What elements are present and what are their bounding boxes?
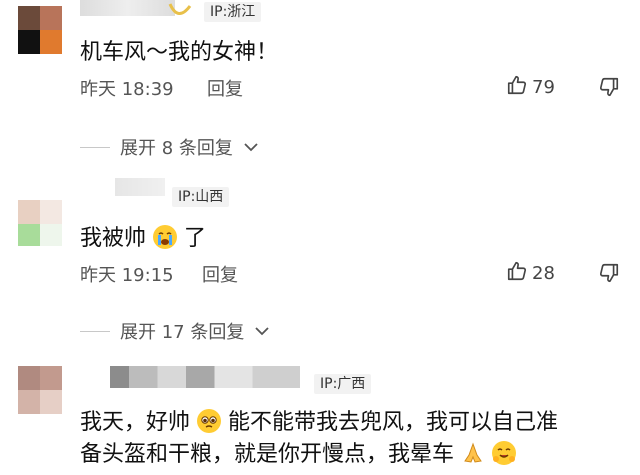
dislike-button[interactable] (598, 76, 620, 102)
comment-text: 备头盔和干粮，就是你开慢点，我晕车 (80, 436, 517, 468)
comment-text-part: 能不能带我去兜风，我可以自己准 (228, 410, 559, 435)
comment-time: 昨天 18:39 (80, 79, 174, 100)
avatar[interactable] (18, 366, 62, 414)
like-count: 79 (532, 77, 555, 98)
comment-text: 我天，好帅 能不能带我去兜风，我可以自己准 (80, 404, 558, 436)
like-button[interactable]: 28 (506, 260, 555, 287)
username-blurred[interactable] (80, 0, 175, 16)
comment-text-part: 我被帅 (80, 226, 147, 251)
like-count: 28 (532, 263, 555, 284)
pleading-face-icon (197, 409, 222, 433)
comment-time: 昨天 19:15 (80, 265, 174, 286)
ip-location-tag: IP:浙江 (204, 2, 262, 22)
thumbs-up-icon (506, 74, 528, 101)
expand-replies[interactable]: 展开 17 条回复 (80, 318, 270, 344)
comment-text-part: 了 (184, 226, 207, 251)
comment-text-part: 我天，好帅 (80, 410, 191, 435)
praying-hands-icon (461, 441, 485, 465)
expand-replies[interactable]: 展开 8 条回复 (80, 134, 259, 160)
thumbs-up-icon (506, 260, 528, 287)
ip-location-tag: IP:山西 (172, 187, 230, 207)
dislike-button[interactable] (598, 262, 620, 288)
expand-replies-label: 展开 17 条回复 (120, 322, 245, 343)
avatar[interactable] (18, 6, 62, 54)
chevron-down-icon (243, 138, 259, 157)
divider (80, 330, 110, 332)
comment-text-part: 备头盔和干粮，就是你开慢点，我晕车 (80, 442, 455, 467)
chevron-down-icon (254, 322, 270, 341)
username-blurred[interactable] (115, 178, 165, 196)
like-button[interactable]: 79 (506, 74, 555, 101)
expand-replies-label: 展开 8 条回复 (120, 138, 233, 159)
divider (80, 146, 110, 148)
crying-emoji-icon (153, 225, 178, 249)
hugging-face-icon (492, 441, 517, 465)
avatar[interactable] (18, 200, 62, 246)
thumbs-down-icon (598, 77, 620, 102)
comment-text: 机车风～我的女神！ (80, 40, 279, 65)
username-blurred[interactable] (110, 366, 300, 388)
comment-text: 我被帅 了 (80, 220, 206, 252)
badge-icon (168, 0, 192, 20)
reply-button[interactable]: 回复 (207, 75, 243, 101)
thumbs-down-icon (598, 263, 620, 288)
reply-button[interactable]: 回复 (202, 261, 238, 287)
ip-location-tag: IP:广西 (314, 374, 372, 394)
